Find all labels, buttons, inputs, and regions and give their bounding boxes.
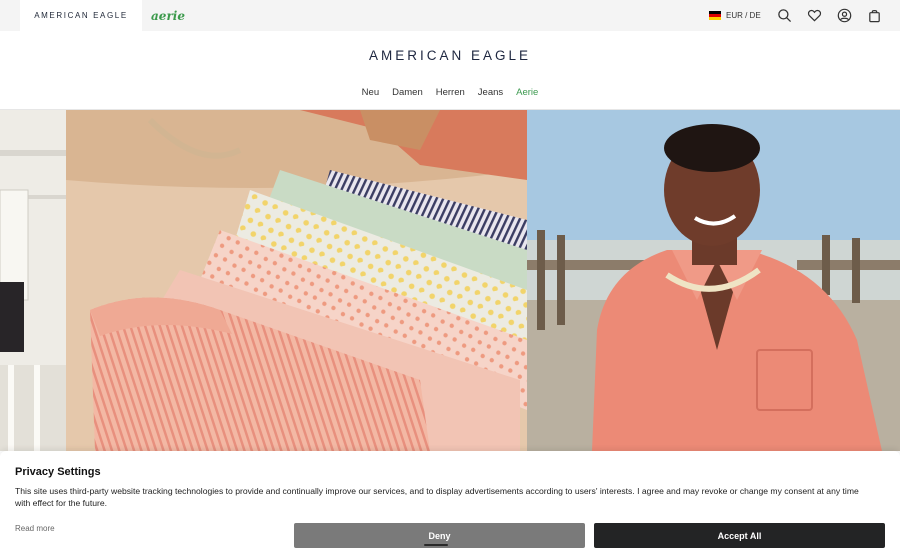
main-nav: Neu Damen Herren Jeans Aerie xyxy=(0,87,900,98)
brand-tab-aerie[interactable]: aerie xyxy=(142,0,194,31)
nav-item-aerie[interactable]: Aerie xyxy=(516,87,538,98)
privacy-body: This site uses third-party website track… xyxy=(15,486,859,508)
hero-banner[interactable] xyxy=(0,110,900,451)
hero-image-shorts[interactable] xyxy=(0,110,527,451)
brand-tab-american-eagle[interactable]: AMERICAN EAGLE xyxy=(20,0,142,31)
top-utility-bar: AMERICAN EAGLE aerie EUR / DE xyxy=(0,0,900,31)
hero-image-man[interactable] xyxy=(527,110,900,451)
nav-item-neu[interactable]: Neu xyxy=(362,87,379,98)
currency-label: EUR / DE xyxy=(726,11,761,20)
nav-item-jeans[interactable]: Jeans xyxy=(478,87,503,98)
currency-selector[interactable]: EUR / DE xyxy=(709,10,761,21)
accept-all-button[interactable]: Accept All xyxy=(594,523,885,548)
beach-man-illustration xyxy=(527,110,900,451)
shorts-illustration xyxy=(0,110,527,451)
privacy-title: Privacy Settings xyxy=(15,466,101,478)
nav-item-herren[interactable]: Herren xyxy=(436,87,465,98)
deny-focus-indicator xyxy=(424,544,448,546)
search-icon[interactable] xyxy=(776,7,792,23)
read-more-link[interactable]: Read more xyxy=(15,524,55,533)
privacy-settings-banner: Privacy Settings This site uses third-pa… xyxy=(0,451,900,556)
germany-flag-icon xyxy=(709,11,721,20)
bag-icon[interactable] xyxy=(866,7,882,23)
account-icon[interactable] xyxy=(836,7,852,23)
site-logo[interactable]: AMERICAN EAGLE xyxy=(0,48,900,63)
nav-item-damen[interactable]: Damen xyxy=(392,87,423,98)
heart-icon[interactable] xyxy=(806,7,822,23)
